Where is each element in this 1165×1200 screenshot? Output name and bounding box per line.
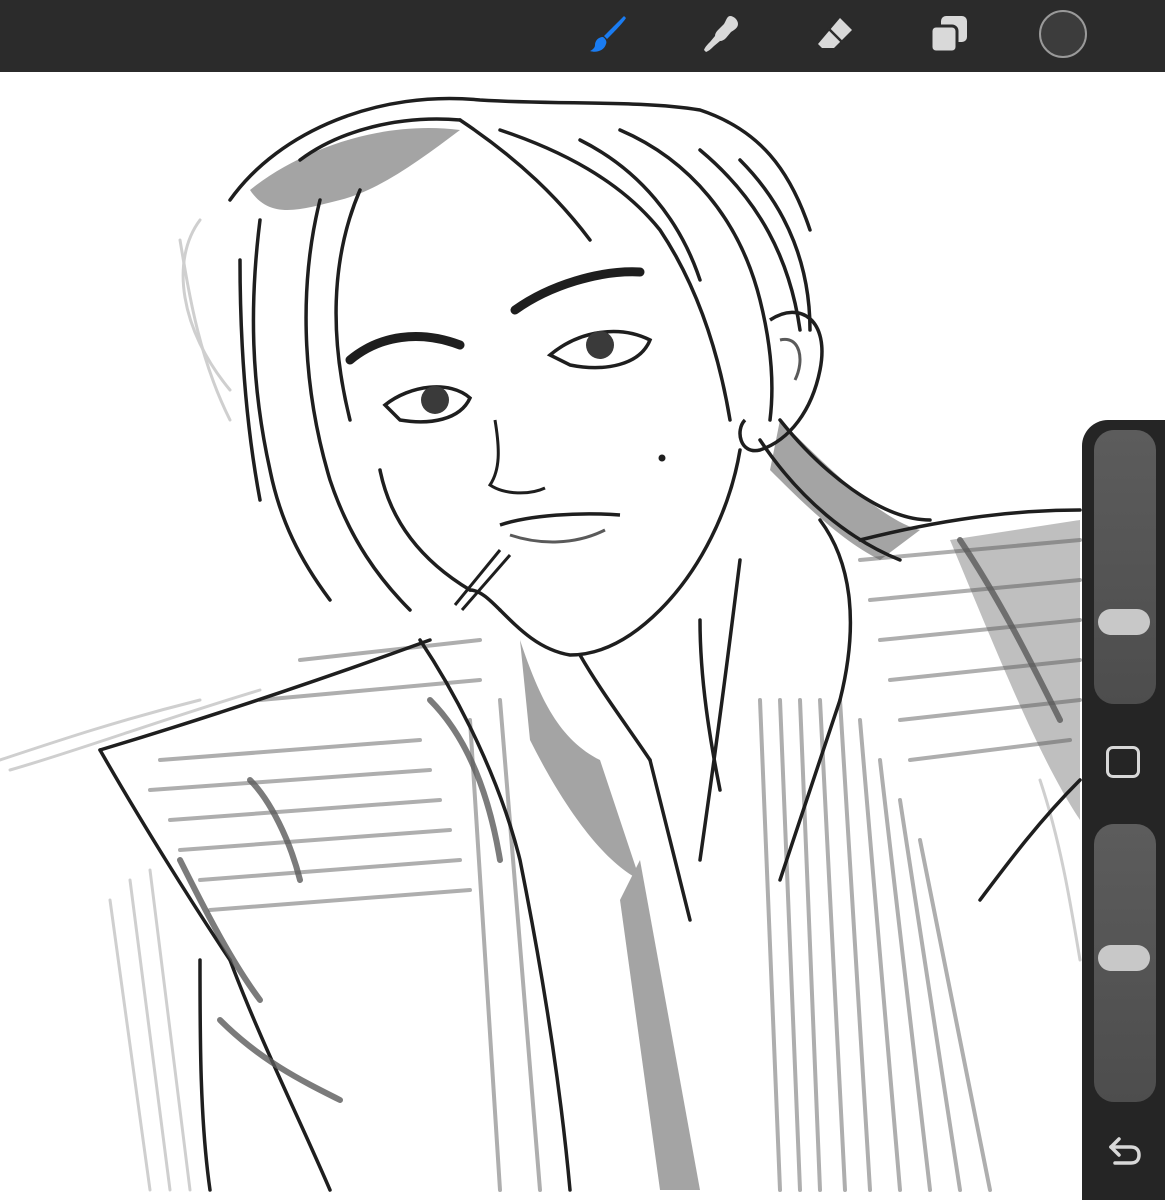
brush-size-slider[interactable] <box>1094 430 1156 704</box>
eraser-tool-button[interactable] <box>810 10 862 62</box>
square-outline-icon <box>1109 749 1110 750</box>
brush-sidebar <box>1082 420 1165 1200</box>
color-swatch <box>1037 8 1089 64</box>
top-toolbar <box>0 0 1165 73</box>
eraser-icon <box>814 12 858 60</box>
paint-brush-icon <box>586 12 630 60</box>
modify-button[interactable] <box>1106 746 1140 778</box>
smudge-tool-button[interactable] <box>696 10 748 62</box>
color-picker-button[interactable] <box>1037 10 1089 62</box>
undo-arrow-icon <box>1105 1135 1143 1173</box>
sketch-artwork <box>0 96 1082 1192</box>
smudge-finger-icon <box>700 12 744 60</box>
opacity-slider[interactable] <box>1094 824 1156 1102</box>
layers-icon <box>927 12 971 60</box>
undo-button[interactable] <box>1104 1136 1144 1172</box>
opacity-slider-thumb[interactable] <box>1098 945 1150 971</box>
layers-button[interactable] <box>923 10 975 62</box>
brush-size-slider-thumb[interactable] <box>1098 609 1150 635</box>
drawing-canvas[interactable] <box>0 72 1165 1200</box>
brush-tool-button[interactable] <box>582 10 634 62</box>
